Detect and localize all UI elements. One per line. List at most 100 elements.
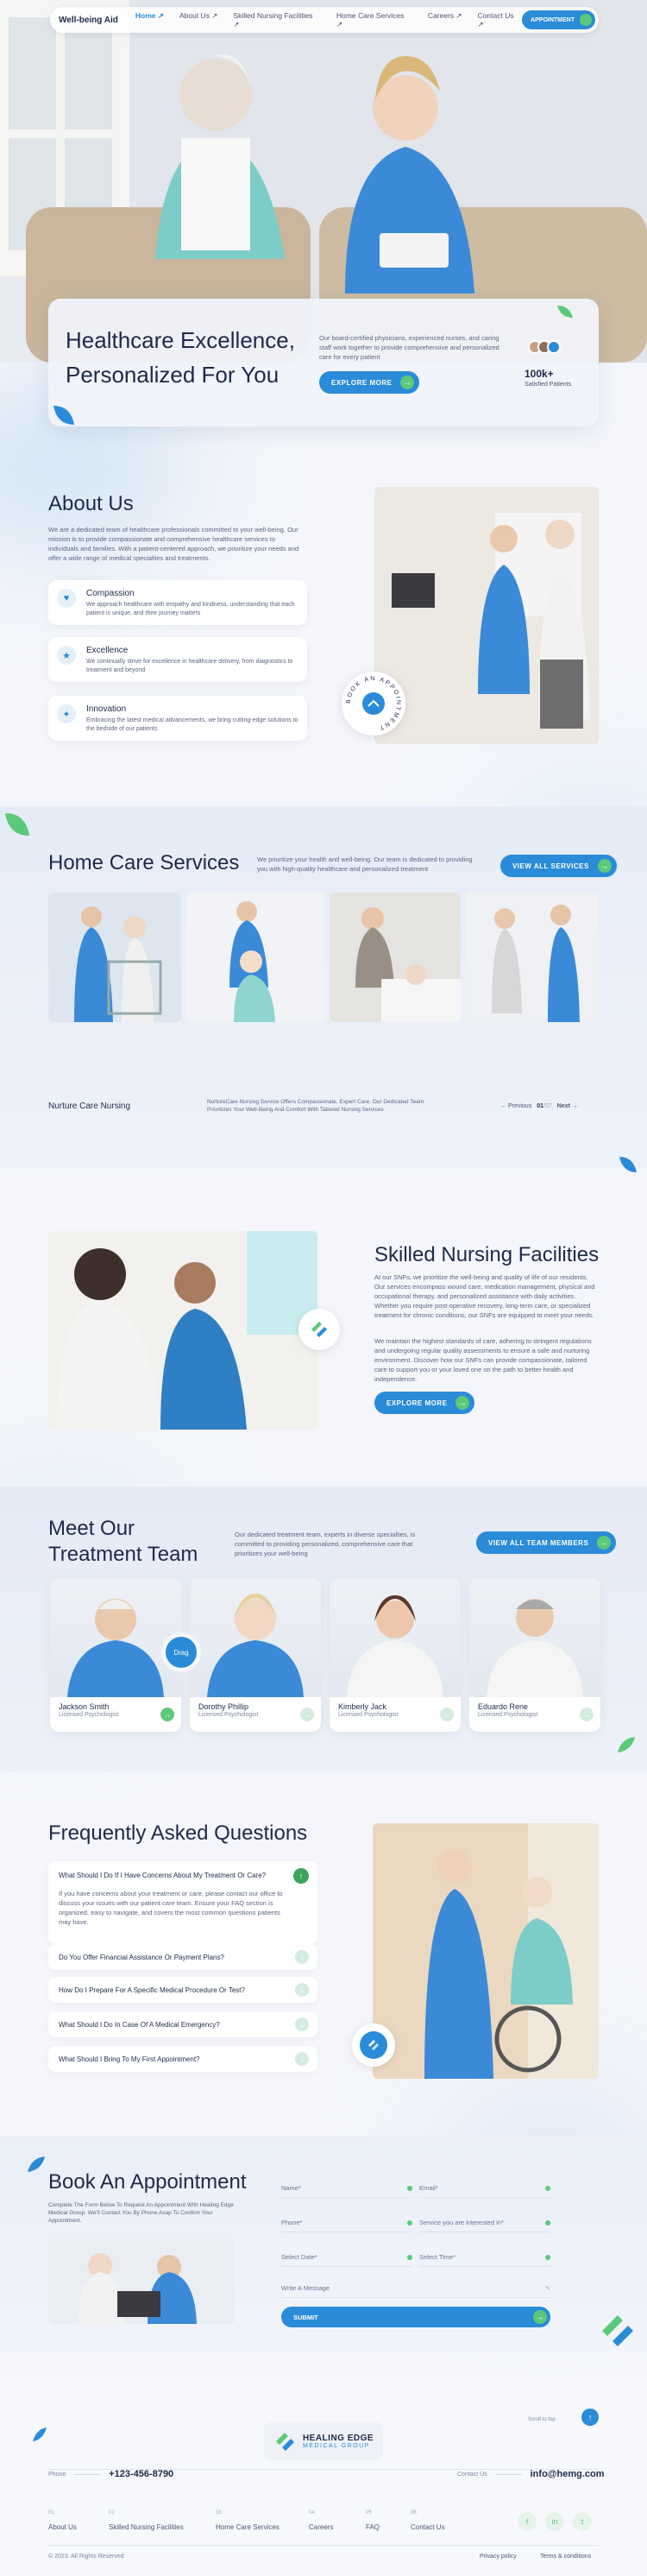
patient-avatars bbox=[528, 340, 561, 354]
nav-link-careers[interactable]: Careers ↗ bbox=[428, 11, 462, 29]
arrow-icon bbox=[580, 14, 592, 26]
service-image-4[interactable] bbox=[466, 893, 599, 1022]
team-card[interactable]: Jackson Smith Licensed Psychologist → bbox=[50, 1578, 181, 1732]
social-links: f in t bbox=[518, 2512, 592, 2531]
scroll-to-top-button[interactable]: ↑ bbox=[581, 2409, 599, 2426]
brand-leaf-icon bbox=[618, 1737, 635, 1752]
collapse-icon[interactable]: ↑ bbox=[293, 1868, 309, 1884]
linkedin-icon[interactable]: in bbox=[545, 2512, 564, 2531]
calendar-icon bbox=[407, 2254, 412, 2260]
footer-link-about[interactable]: 01 About Us bbox=[48, 2510, 109, 2534]
expand-icon: ↓ bbox=[295, 2052, 309, 2066]
booking-text: Complete The Form Below To Request An Ap… bbox=[48, 2202, 234, 2224]
view-all-team-button[interactable]: VIEW ALL TEAM MEMBERS → bbox=[476, 1531, 617, 1554]
arrow-icon[interactable]: → bbox=[440, 1708, 454, 1721]
scroll-to-top-label: Scroll to top bbox=[528, 2417, 556, 2422]
homecare-text: We prioritize your health and well-being… bbox=[257, 856, 473, 873]
clock-icon bbox=[545, 2254, 550, 2260]
hero-title-1: Healthcare Excellence, bbox=[66, 327, 295, 353]
service-image-3[interactable] bbox=[330, 893, 461, 1022]
next-button[interactable]: Next → bbox=[557, 1103, 578, 1109]
name-field[interactable]: Name* bbox=[281, 2179, 412, 2198]
nav-link-about[interactable]: About Us ↗ bbox=[179, 11, 217, 29]
feature-innovation: ✦ Innovation Embracing the latest medical… bbox=[48, 696, 307, 741]
arrow-icon: → bbox=[455, 1396, 470, 1410]
brand-leaf-icon bbox=[5, 813, 29, 836]
footer-link-homecare[interactable]: 03 Home Care Services bbox=[216, 2510, 309, 2534]
faq-image bbox=[373, 1823, 599, 2079]
snf-text-2: We maintain the highest standards of car… bbox=[374, 1337, 592, 1383]
appointment-button[interactable]: APPOINTMENT bbox=[522, 10, 595, 29]
time-field[interactable]: Select Time* bbox=[419, 2248, 550, 2267]
faq-item-open[interactable]: What Should I Do If I Have Concerns Abou… bbox=[48, 1861, 317, 1944]
phone-field[interactable]: Phone* bbox=[281, 2213, 412, 2232]
expand-icon: ↓ bbox=[295, 1950, 309, 1964]
expand-icon: ↓ bbox=[295, 1983, 309, 1997]
team-card[interactable]: Eduardo Rene Licensed Psychologist → bbox=[469, 1578, 600, 1732]
nav-link-snf[interactable]: Skilled Nursing Facilities ↗ bbox=[233, 11, 321, 29]
nav-link-homecare[interactable]: Home Care Services ↗ bbox=[336, 11, 412, 29]
book-appointment-ring: BOOK AN APPOINTMENT bbox=[346, 676, 399, 731]
team-title: Meet Our Treatment Team bbox=[48, 1517, 198, 1566]
footer-link-careers[interactable]: 04 Careers bbox=[309, 2510, 366, 2534]
facebook-icon[interactable]: f bbox=[518, 2512, 537, 2531]
twitter-icon[interactable]: t bbox=[573, 2512, 592, 2531]
email-link[interactable]: info@hemg.com bbox=[531, 2469, 605, 2479]
privacy-link[interactable]: Privacy policy bbox=[480, 2554, 517, 2560]
submit-button[interactable]: SUBMIT → bbox=[281, 2307, 550, 2327]
hero-explore-button[interactable]: EXPLORE MORE → bbox=[319, 371, 420, 394]
lightbulb-icon: ✦ bbox=[57, 704, 76, 723]
caption-title: Nurture Care Nursing bbox=[48, 1102, 131, 1111]
service-image-2[interactable] bbox=[186, 893, 324, 1022]
brand-leaf-icon bbox=[619, 1157, 637, 1172]
team-card[interactable]: Kimberly Jack Licensed Psychologist → bbox=[330, 1578, 461, 1732]
arrow-icon[interactable]: → bbox=[580, 1708, 594, 1721]
service-image-1[interactable] bbox=[48, 893, 181, 1022]
arrow-icon[interactable]: → bbox=[160, 1708, 174, 1721]
terms-link[interactable]: Terms & conditions bbox=[540, 2554, 591, 2560]
footer-link-faq[interactable]: 05 FAQ bbox=[366, 2510, 411, 2534]
prev-button[interactable]: ← Previous bbox=[500, 1103, 531, 1109]
about-image bbox=[374, 487, 599, 744]
mail-icon bbox=[545, 2185, 550, 2191]
footer-link-snf[interactable]: 02 Skilled Nursing Facilities bbox=[109, 2510, 216, 2534]
faq-item[interactable]: Do You Offer Financial Assistance Or Pay… bbox=[48, 1944, 317, 1970]
service-select[interactable]: Service you are interested in* bbox=[419, 2213, 550, 2232]
arrow-icon: → bbox=[533, 2310, 547, 2324]
faq-item[interactable]: What Should I Do In Case Of A Medical Em… bbox=[48, 2011, 317, 2037]
footer-logo[interactable]: HEALING EDGE MEDICAL GROUP bbox=[264, 2422, 383, 2460]
view-all-services-button[interactable]: VIEW ALL SERVICES → bbox=[500, 855, 617, 877]
date-field[interactable]: Select Date* bbox=[281, 2248, 412, 2267]
brand-badge bbox=[352, 2024, 395, 2067]
pager: ← Previous 01/07 Next → bbox=[500, 1103, 578, 1109]
nav-link-contact[interactable]: Contact Us ↗ bbox=[478, 11, 523, 29]
hero-title-2: Personalized For You bbox=[66, 362, 280, 388]
nav-link-home[interactable]: Home ↗ bbox=[135, 11, 164, 29]
stat-value: 100k+ bbox=[525, 368, 554, 380]
footer-contact: Contact Us info@hemg.com bbox=[457, 2469, 605, 2479]
arrow-icon[interactable]: → bbox=[300, 1708, 314, 1721]
site-logo[interactable]: Well-being Aid bbox=[59, 16, 118, 25]
team-card[interactable]: Dorothy Phillip Licensed Psychologist → bbox=[190, 1578, 321, 1732]
edit-icon: ✎ bbox=[545, 2285, 550, 2292]
drag-handle[interactable]: Drag bbox=[166, 1637, 197, 1668]
arrow-icon: → bbox=[597, 1536, 612, 1550]
footer-link-contact[interactable]: 06 Contact Us bbox=[411, 2510, 480, 2534]
message-field[interactable]: Write A Message ✎ bbox=[281, 2279, 550, 2298]
snf-explore-button[interactable]: EXPLORE MORE → bbox=[374, 1392, 475, 1414]
homecare-title: Home Care Services bbox=[48, 851, 240, 874]
user-icon bbox=[407, 2185, 412, 2191]
email-field[interactable]: Email* bbox=[419, 2179, 550, 2198]
chevron-down-icon bbox=[545, 2219, 550, 2226]
faq-title: Frequently Asked Questions bbox=[48, 1822, 308, 1845]
caption-text: NurtureCare Nursing Service Offers Compa… bbox=[207, 1099, 424, 1113]
award-icon: ★ bbox=[57, 646, 76, 665]
heart-hand-icon: ♥ bbox=[57, 589, 76, 608]
faq-item[interactable]: How Do I Prepare For A Specific Medical … bbox=[48, 1977, 317, 2003]
about-title: About Us bbox=[48, 492, 134, 515]
faq-item[interactable]: What Should I Bring To My First Appointm… bbox=[48, 2046, 317, 2072]
phone-link[interactable]: +123-456-8790 bbox=[109, 2469, 173, 2479]
feature-excellence: ★ Excellence We continually strive for ex… bbox=[48, 637, 307, 682]
team-text: Our dedicated treatment team, experts in… bbox=[235, 1531, 416, 1557]
book-appointment-badge[interactable]: BOOK AN APPOINTMENT bbox=[342, 672, 405, 736]
